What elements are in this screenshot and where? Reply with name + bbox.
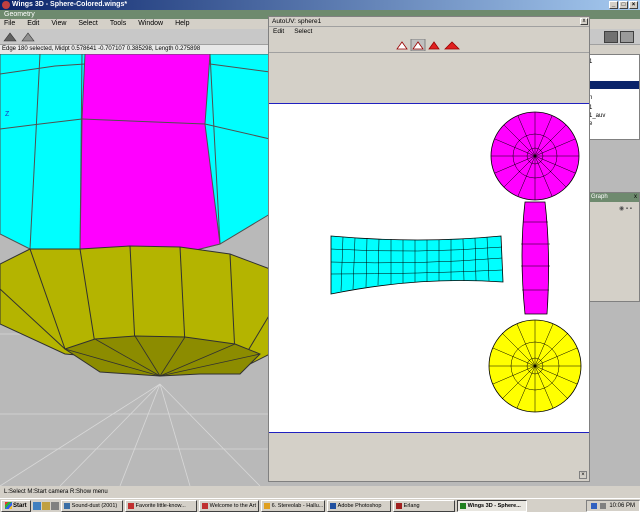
task-label: Erlang [403,502,420,509]
menu-select[interactable]: Select [78,19,97,29]
graph-panel: Graph x ◉ ▪ ▪ [588,192,640,302]
window-title-bar: Wings 3D - Sphere-Colored.wings* _ □ × [0,0,640,10]
autouv-window: AutoUV: sphere1 x Edit Select × [268,16,590,482]
autouv-close-button[interactable]: x [580,18,588,25]
quick-launch-icon[interactable] [41,501,50,510]
uv-chart-magenta-cap [490,111,580,201]
menu-edit[interactable]: Edit [27,19,39,29]
bottom-mouse-hints: L:Select M:Start camera R:Show menu [0,486,640,498]
tray-icon[interactable] [600,502,607,509]
geometry-label: Geometry [4,11,35,18]
task-icon [127,502,134,509]
system-tray: 10:06 PM [586,499,640,512]
wings-app-icon [2,1,10,9]
axis-label: Z [5,111,10,118]
menu-file[interactable]: File [4,19,15,29]
task-label: 6. Stereolab - Hallu... [271,502,324,509]
quick-launch-icon[interactable] [32,501,41,510]
task-button[interactable]: Adobe Photoshop [326,499,391,512]
task-icon [459,502,466,509]
menu-view[interactable]: View [51,19,66,29]
selection-status-line: Edge 180 selected, Midpt 0.578641 -0.707… [0,45,270,54]
camera-mode-icon[interactable] [620,31,634,43]
minimize-button[interactable]: _ [609,1,618,9]
eye-icon[interactable]: ◉ ▪ ▪ [619,205,632,212]
autouv-title: AutoUV: sphere1 [272,18,322,25]
autouv-toolbar [269,37,589,53]
view-mode-icon[interactable] [604,31,618,43]
quick-launch-icon[interactable] [50,501,59,510]
task-button[interactable]: Favorite little-know... [124,499,197,512]
outliner-panel: 1 n 1 1_auv e [588,54,640,140]
clock[interactable]: 10:06 PM [609,501,635,511]
selection-mode-icons[interactable] [2,31,36,43]
task-icon [263,502,270,509]
graph-close-button[interactable]: x [634,193,637,202]
start-label: Start [13,502,27,509]
menu-help[interactable]: Help [175,19,189,29]
task-label: Favorite little-know... [135,502,186,509]
uv-chart-yellow-cap [488,319,582,413]
uv-charts[interactable] [269,104,589,434]
autouv-menu-edit[interactable]: Edit [273,27,284,37]
uv-canvas[interactable] [269,103,589,433]
autouv-menubar: Edit Select [269,27,589,37]
menu-tools[interactable]: Tools [110,19,126,29]
window-title: Wings 3D - Sphere-Colored.wings* [12,1,128,8]
task-button-active[interactable]: Wings 3D - Sphere... [456,499,527,512]
windows-taskbar: Start Sound-dust (2001) Favorite little-… [0,498,640,512]
task-icon [329,502,336,509]
autouv-title-bar: AutoUV: sphere1 x [269,17,589,27]
windows-logo-icon [5,502,12,509]
resize-grip-icon[interactable]: × [579,471,587,479]
tray-icon[interactable] [591,502,598,509]
task-button[interactable]: 6. Stereolab - Hallu... [260,499,325,512]
outliner-selected-item[interactable] [589,81,639,89]
task-label: Sound-dust (2001) [71,502,118,509]
quick-launch [32,501,59,510]
task-icon [201,502,208,509]
task-button[interactable]: Sound-dust (2001) [60,499,123,512]
uv-selection-mode-icons[interactable] [395,39,463,51]
outliner-item[interactable]: 1_auv [589,113,605,119]
graph-panel-title: Graph [591,194,608,200]
autouv-menu-select[interactable]: Select [294,27,312,37]
task-label: Welcome to the Art ... [209,502,259,509]
task-button[interactable]: Welcome to the Art ... [198,499,259,512]
task-icon [395,502,402,509]
task-label: Adobe Photoshop [337,502,382,509]
task-button[interactable]: Erlang [392,499,455,512]
start-button[interactable]: Start [1,499,31,512]
task-icon [63,502,70,509]
uv-chart-magenta-strip [521,201,550,315]
uv-chart-cyan [330,235,504,295]
maximize-button[interactable]: □ [619,1,628,9]
task-label: Wings 3D - Sphere... [467,502,521,509]
close-button[interactable]: × [629,1,638,9]
menu-window[interactable]: Window [138,19,163,29]
